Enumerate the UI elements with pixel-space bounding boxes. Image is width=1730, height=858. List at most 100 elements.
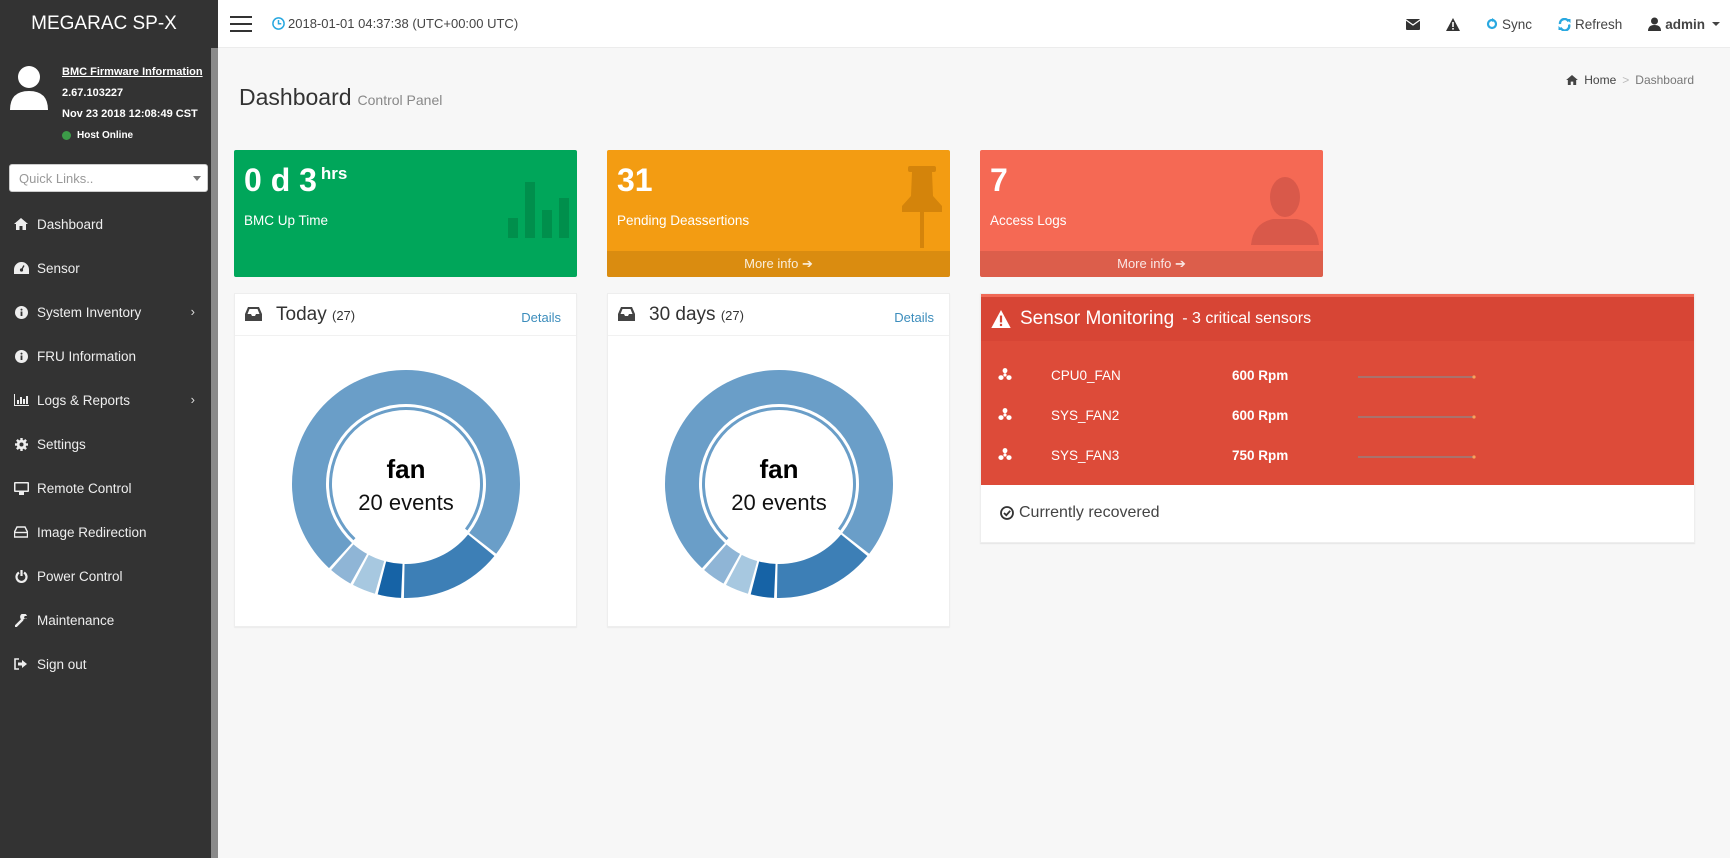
breadcrumb-home-link[interactable]: Home (1584, 73, 1616, 87)
arrow-circle-right-icon: ➔ (1174, 256, 1186, 271)
sidebar-item-label: FRU Information (37, 348, 137, 364)
sensor-name: CPU0_FAN (1051, 368, 1121, 383)
bmc-firmware-info-link[interactable]: BMC Firmware Information (62, 62, 203, 83)
sync-label: Sync (1501, 16, 1532, 32)
top-header: 2018-01-01 04:37:38 (UTC+00:00 UTC) Sync… (218, 0, 1730, 48)
hdd-icon (13, 525, 29, 539)
sidebar-item-system-inventory[interactable]: System Inventory › (0, 290, 211, 334)
uptime-value: 0 d 3 (244, 162, 317, 198)
access-logs-label: Access Logs (990, 213, 1067, 228)
host-status: Host Online (62, 125, 203, 146)
pending-deassertions-label: Pending Deassertions (617, 213, 750, 228)
panel-title: Today (276, 304, 327, 325)
host-status-label: Host Online (77, 130, 134, 141)
page-title-text: Dashboard (239, 84, 352, 110)
sensor-row[interactable]: SYS_FAN3 750 Rpm (981, 436, 1694, 476)
sidebar-item-sensor[interactable]: Sensor (0, 246, 211, 290)
pending-deassertions-value: 31 (617, 162, 653, 198)
sidebar-item-remote-control[interactable]: Remote Control (0, 466, 211, 510)
sensor-name: SYS_FAN3 (1051, 448, 1120, 463)
bar-chart-icon (508, 182, 569, 238)
sensor-sparkline (1358, 415, 1476, 419)
sidebar-menu: Dashboard Sensor System Inventory › FRU … (0, 202, 211, 686)
more-info-link[interactable]: More info ➔ (607, 251, 950, 277)
warning-icon (991, 310, 1011, 328)
sensor-row[interactable]: CPU0_FAN 600 Rpm (981, 356, 1694, 396)
sidebar-item-label: Power Control (37, 568, 123, 584)
info-box-bmc-uptime: 0 d 3 hrs BMC Up Time (234, 150, 577, 277)
envelope-icon (1405, 18, 1420, 30)
sign-out-icon (13, 657, 29, 671)
sidebar-item-label: Dashboard (37, 216, 104, 232)
info-box-pending-deassertions: 31 Pending Deassertions More info ➔ (607, 150, 950, 277)
recovered-label: Currently recovered (1019, 504, 1160, 521)
sidebar-item-label: Logs & Reports (37, 392, 131, 408)
donut-slice-other-1[interactable] (776, 534, 867, 598)
uptime-label: BMC Up Time (244, 213, 329, 228)
gear-icon (13, 437, 29, 451)
breadcrumb: Home > Dashboard (1566, 73, 1694, 87)
access-logs-value: 7 (990, 162, 1008, 198)
app-title: MEGARAC SP-X (31, 13, 177, 34)
sidebar-item-fru-information[interactable]: FRU Information (0, 334, 211, 378)
sensor-row[interactable]: SYS_FAN2 600 Rpm (981, 396, 1694, 436)
fan-icon (998, 408, 1012, 420)
user-panel: BMC Firmware Information 2.67.103227 Nov… (0, 48, 218, 152)
sidebar-item-label: Image Redirection (37, 524, 147, 540)
pushpin-icon (902, 166, 942, 248)
sidebar-item-dashboard[interactable]: Dashboard (0, 202, 211, 246)
quick-links-select[interactable]: Quick Links.. (9, 164, 208, 192)
wrench-icon (13, 613, 29, 627)
sensor-name: SYS_FAN2 (1051, 408, 1120, 423)
alerts-button[interactable] (1445, 17, 1460, 31)
check-circle-icon (1000, 506, 1014, 520)
sensor-monitoring-subtitle: - 3 critical sensors (1182, 310, 1312, 327)
fan-icon (998, 448, 1012, 460)
donut-chart-30-days: fan 20 events (659, 364, 899, 604)
donut-slice-other-1[interactable] (403, 534, 494, 598)
more-info-link[interactable]: More info ➔ (980, 251, 1323, 277)
donut-chart-today: fan 20 events (286, 364, 526, 604)
breadcrumb-separator: > (1622, 73, 1630, 87)
user-menu-button[interactable]: admin (1648, 17, 1720, 32)
page-subtitle: Control Panel (357, 92, 443, 108)
sidebar-item-label: Maintenance (37, 612, 115, 628)
bar-chart-icon (13, 393, 29, 407)
sidebar-item-maintenance[interactable]: Maintenance (0, 598, 211, 642)
page-title: Dashboard Control Panel (239, 84, 442, 111)
header-datetime: 2018-01-01 04:37:38 (UTC+00:00 UTC) (272, 16, 518, 31)
sidebar-item-sign-out[interactable]: Sign out (0, 642, 211, 686)
menu-toggle-icon[interactable] (230, 16, 252, 32)
sync-icon (1486, 18, 1498, 30)
user-label: admin (1665, 16, 1705, 32)
messages-button[interactable] (1405, 18, 1420, 30)
donut-center-value: 20 events (731, 490, 826, 515)
fan-icon (998, 368, 1012, 380)
sidebar-item-logs-reports[interactable]: Logs & Reports › (0, 378, 211, 422)
details-link[interactable]: Details (894, 310, 934, 325)
sidebar-item-label: Remote Control (37, 480, 132, 496)
host-status-dot (62, 131, 71, 140)
inbox-icon (618, 307, 635, 321)
sidebar-item-label: Sign out (37, 656, 87, 672)
panel-count: (27) (331, 308, 356, 323)
sidebar-item-settings[interactable]: Settings (0, 422, 211, 466)
home-icon (1566, 75, 1579, 85)
details-link[interactable]: Details (521, 310, 561, 325)
user-icon (1648, 17, 1662, 31)
caret-down-icon (1712, 22, 1720, 26)
datetime-text: 2018-01-01 04:37:38 (UTC+00:00 UTC) (288, 16, 519, 31)
sidebar-item-image-redirection[interactable]: Image Redirection (0, 510, 211, 554)
sync-button[interactable]: Sync (1486, 17, 1532, 32)
info-box-access-logs: 7 Access Logs More info ➔ (980, 150, 1323, 277)
caret-down-icon (193, 176, 201, 181)
sidebar-scrollbar[interactable] (211, 48, 218, 858)
uptime-suffix: hrs (320, 164, 348, 183)
sensor-value: 750 Rpm (1232, 448, 1289, 463)
monitor-icon (13, 481, 29, 495)
info-circle-icon (13, 305, 29, 319)
refresh-icon (1558, 17, 1571, 31)
breadcrumb-current: Dashboard (1635, 73, 1694, 87)
sidebar-item-power-control[interactable]: Power Control (0, 554, 211, 598)
refresh-button[interactable]: Refresh (1558, 17, 1622, 32)
